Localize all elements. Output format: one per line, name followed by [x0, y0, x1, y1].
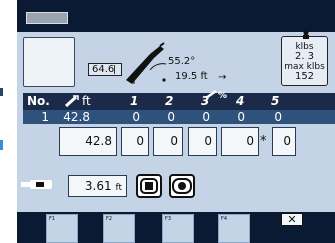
boom-length-unit-icon: [114, 65, 119, 74]
edit-c1-field[interactable]: 0: [121, 127, 149, 156]
row-c2: 0: [167, 110, 175, 124]
boom-section-icon: [64, 95, 79, 108]
hook-height-value: 3.61: [84, 179, 112, 193]
edit-c4-field[interactable]: 0: [221, 127, 259, 156]
row-c5: 0: [274, 110, 282, 124]
hoist-button-2[interactable]: [169, 174, 195, 198]
hoist-button-1[interactable]: [136, 174, 162, 198]
edge-marker-active: [0, 140, 3, 150]
edit-c5-field[interactable]: 0: [272, 127, 296, 156]
close-button[interactable]: ✕: [281, 213, 303, 226]
col-ft: ft: [82, 94, 91, 108]
row-ft: 42.8: [63, 110, 90, 124]
edit-c2-field[interactable]: 0: [153, 127, 183, 156]
col-2: 2: [165, 94, 174, 108]
col-no: No.: [27, 94, 50, 108]
col-1: 1: [130, 94, 139, 108]
edit-ft-field[interactable]: 42.8: [59, 127, 117, 156]
edge-marker: [0, 88, 3, 96]
row-no: 1: [41, 110, 49, 124]
edit-c3-field[interactable]: 0: [188, 127, 217, 156]
edit-marker: *: [260, 134, 267, 149]
winch-icon: [172, 178, 192, 194]
row-c1: 0: [132, 110, 140, 124]
load-actual: 2. 3: [294, 51, 315, 62]
f3-key[interactable]: F3: [162, 214, 194, 243]
telescope-icon: [205, 89, 217, 99]
row-c4: 0: [237, 110, 245, 124]
hook-height-field[interactable]: 3.61 ft: [68, 175, 127, 197]
boom-length-value: 64.6: [92, 64, 115, 75]
radius-arrow-icon: →: [218, 72, 227, 83]
col-percent: %: [218, 91, 228, 101]
boom-length-field: 64.6: [88, 63, 122, 76]
title-indicator: [26, 12, 68, 24]
load-radius: 19.5 ft: [175, 71, 208, 82]
col-4: 4: [236, 94, 245, 108]
boom-angle: 55.2°: [168, 56, 196, 67]
f1-key[interactable]: F1: [46, 214, 78, 243]
status-box: [23, 37, 75, 87]
f2-key[interactable]: F2: [103, 214, 135, 243]
hook-weight-icon: [303, 30, 309, 39]
left-edge: [0, 0, 17, 243]
col-5: 5: [271, 94, 280, 108]
max-load: 152: [294, 71, 315, 82]
row-c3: 0: [202, 110, 210, 124]
crane-display-screen: 64.6 55.2° 19.5 ft → klbs 2. 3 max klbs …: [0, 0, 335, 243]
hook-block-icon: [21, 180, 52, 189]
winch-icon: [140, 178, 158, 194]
hook-height-unit: ft: [115, 183, 122, 193]
f4-key[interactable]: F4: [218, 214, 250, 243]
